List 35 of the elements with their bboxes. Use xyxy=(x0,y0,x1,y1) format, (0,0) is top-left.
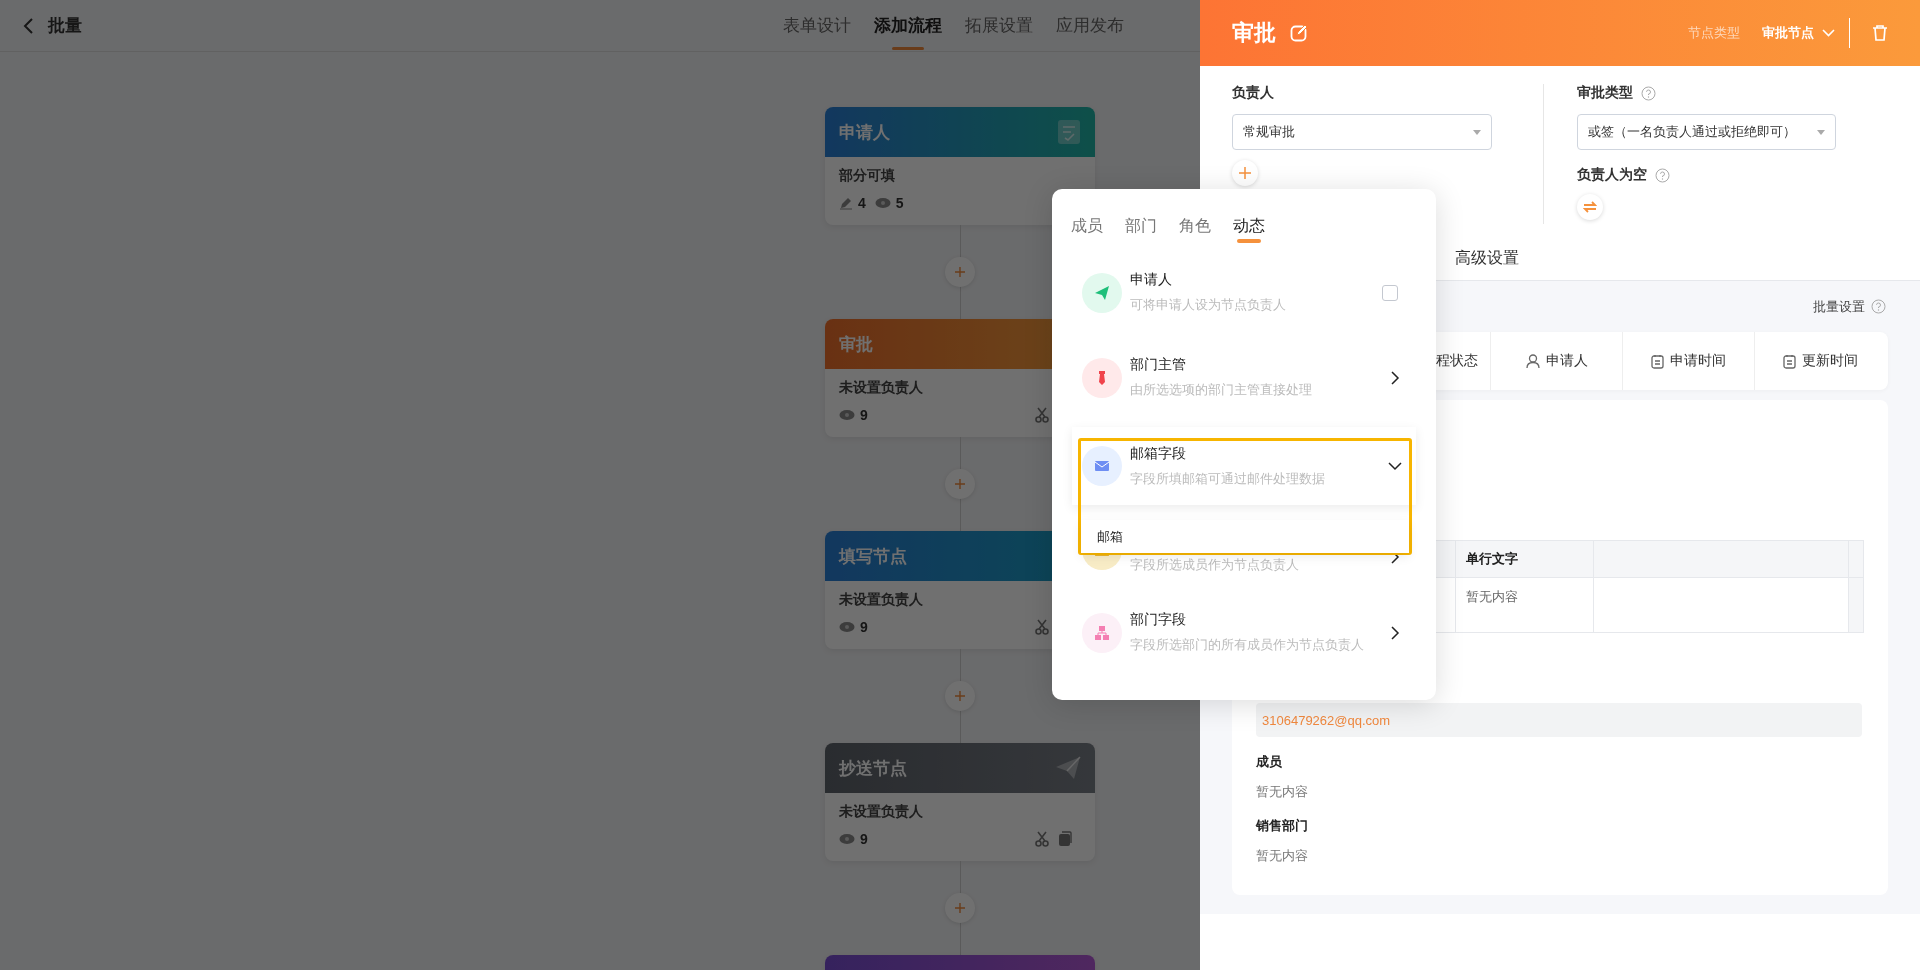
section-label: 销售部门 xyxy=(1256,817,1309,835)
option-description: 可将申请人设为节点负责人 xyxy=(1130,296,1287,314)
empty-text: 暂无内容 xyxy=(1256,783,1309,801)
node-title: 填写节点 xyxy=(839,545,907,568)
option-title: 部门字段 xyxy=(1130,611,1187,629)
option-description: 字段所选部门的所有成员作为节点负责人 xyxy=(1130,636,1365,654)
node-title: 抄送节点 xyxy=(839,757,907,780)
node-type-label: 节点类型 xyxy=(1688,24,1740,42)
node-title: 审批 xyxy=(839,333,873,356)
section-label: 成员 xyxy=(1256,753,1283,771)
panel-title: 审批 xyxy=(1232,19,1276,47)
option-title: 部门主管 xyxy=(1130,356,1187,374)
option-title: 申请人 xyxy=(1130,271,1173,289)
node-summary: 未设置负责人 xyxy=(839,379,924,397)
count-label: 9 xyxy=(860,831,868,847)
node-summary: 部分可填 xyxy=(839,167,896,185)
empty-text: 暂无内容 xyxy=(1256,847,1309,865)
count-label: 9 xyxy=(860,407,868,423)
node-summary: 未设置负责人 xyxy=(839,591,924,609)
table-header: 单行文字 xyxy=(1456,541,1594,577)
option-description: 由所选选项的部门主管直接处理 xyxy=(1130,381,1313,399)
option-title: 邮箱字段 xyxy=(1130,444,1187,463)
count-label: 4 xyxy=(858,195,866,211)
option-description: 字段所选成员作为节点负责人 xyxy=(1130,556,1300,574)
field-label: 负责人为空 xyxy=(1577,166,1647,184)
node-title: 申请人 xyxy=(839,121,890,144)
option-description: 字段所填邮箱可通过邮件处理数据 xyxy=(1130,469,1326,488)
node-summary: 未设置负责人 xyxy=(839,803,924,821)
count-label: 9 xyxy=(860,619,868,635)
email-field: 3106479262@qq.com xyxy=(1256,703,1862,737)
field-label: 负责人 xyxy=(1232,84,1274,102)
page-title: 批量 xyxy=(48,15,82,37)
field-label: 审批类型 xyxy=(1577,84,1633,102)
count-label: 5 xyxy=(895,195,904,211)
table-cell: 暂无内容 xyxy=(1456,578,1594,632)
